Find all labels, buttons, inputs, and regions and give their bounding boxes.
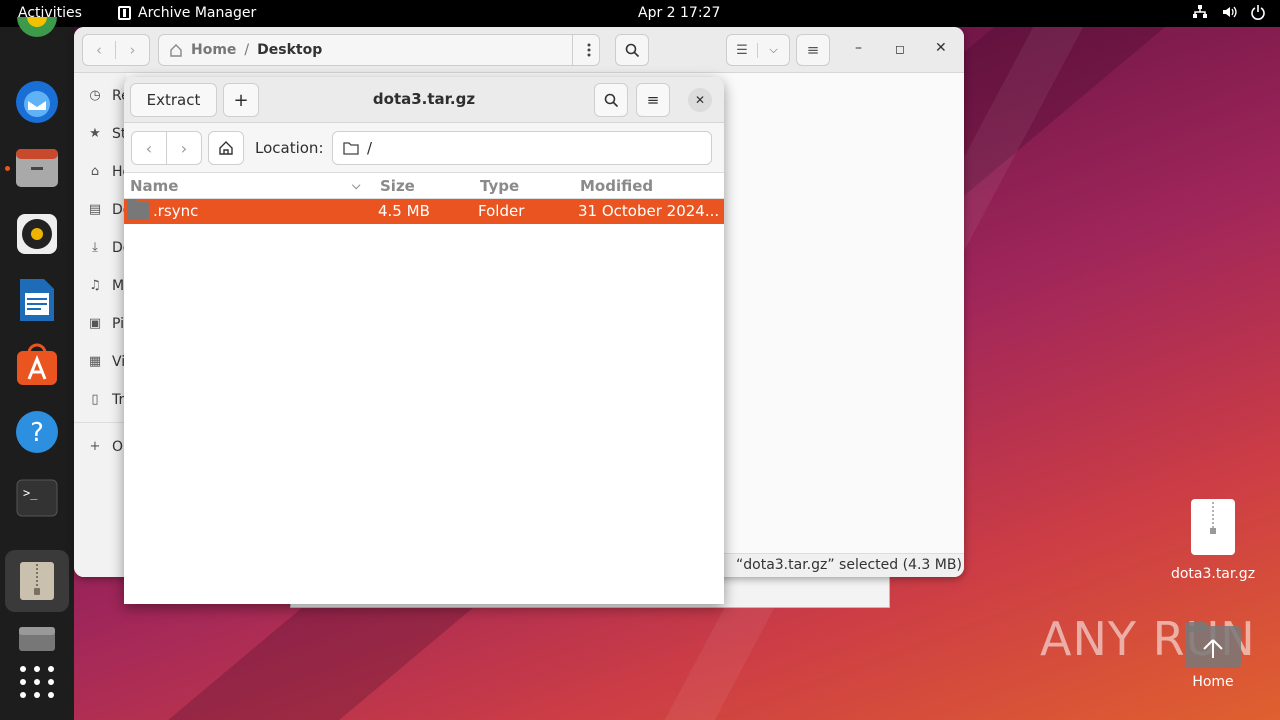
clock[interactable]: Apr 2 17:27 bbox=[638, 5, 720, 21]
sidebar-item-other-locations[interactable]: + O bbox=[88, 437, 123, 457]
files-search-button[interactable] bbox=[615, 34, 649, 66]
archive-header-bar: Extract + dota3.tar.gz ≡ ✕ bbox=[124, 77, 724, 123]
archive-file-icon bbox=[1191, 499, 1235, 555]
home-icon: ⌂ bbox=[90, 164, 100, 179]
search-icon bbox=[625, 43, 639, 57]
archive-manager-window: Extract + dota3.tar.gz ≡ ✕ ‹ › Location:… bbox=[124, 77, 724, 604]
table-row[interactable]: .rsync 4.5 MB Folder 31 October 2024... bbox=[124, 199, 724, 224]
document-icon: ▤ bbox=[88, 202, 102, 217]
folder-icon bbox=[343, 142, 359, 155]
hamburger-icon: ≡ bbox=[806, 41, 820, 59]
drive-icon[interactable] bbox=[14, 619, 60, 665]
maximize-button[interactable]: ◻ bbox=[895, 42, 905, 56]
sidebar-item-starred[interactable]: ★ St bbox=[88, 124, 126, 144]
breadcrumb-home[interactable]: Home bbox=[191, 42, 236, 58]
column-size[interactable]: Size bbox=[380, 177, 415, 195]
home-icon bbox=[219, 141, 233, 155]
kebab-menu-icon bbox=[587, 43, 590, 57]
row-size: 4.5 MB bbox=[378, 202, 430, 220]
breadcrumb-current[interactable]: Desktop bbox=[257, 42, 322, 58]
libreoffice-writer-icon[interactable] bbox=[14, 277, 60, 323]
archive-title: dota3.tar.gz bbox=[372, 90, 476, 108]
clock-icon: ◷ bbox=[89, 88, 101, 103]
video-icon: ▦ bbox=[88, 354, 102, 369]
help-icon[interactable]: ? bbox=[14, 409, 60, 455]
chevron-down-icon[interactable]: ⌵ bbox=[758, 43, 789, 57]
sidebar-item-pictures[interactable]: ▣ Pi bbox=[88, 314, 124, 334]
svg-text:?: ? bbox=[30, 418, 44, 448]
app-name: Archive Manager bbox=[138, 5, 257, 21]
forward-arrow-icon[interactable]: › bbox=[116, 41, 149, 59]
files-main-menu[interactable]: ≡ bbox=[796, 34, 830, 66]
svg-text:>_: >_ bbox=[23, 486, 38, 500]
back-arrow-icon[interactable]: ‹ bbox=[83, 41, 117, 59]
column-header: Name ⌵ Size Type Modified bbox=[124, 173, 724, 199]
system-tray[interactable] bbox=[1192, 4, 1266, 20]
hamburger-icon: ≡ bbox=[646, 91, 660, 109]
search-icon bbox=[604, 93, 618, 107]
files-icon[interactable] bbox=[14, 145, 60, 191]
archive-manager-dock-item[interactable] bbox=[5, 550, 69, 612]
list-view-icon[interactable]: ☰ bbox=[727, 42, 759, 58]
app-center-icon[interactable] bbox=[14, 343, 60, 389]
breadcrumb-separator: / bbox=[244, 42, 250, 58]
home-folder-icon bbox=[1185, 622, 1241, 668]
path-bar[interactable]: Home / Desktop bbox=[158, 34, 600, 66]
column-name[interactable]: Name bbox=[130, 177, 178, 195]
files-header-bar: ‹ › Home / Desktop ☰ ⌵ ≡ – ◻ ✕ bbox=[74, 27, 964, 73]
desktop-archive-file[interactable]: dota3.tar.gz bbox=[1160, 498, 1266, 582]
archive-close-button[interactable]: ✕ bbox=[688, 88, 712, 112]
column-modified[interactable]: Modified bbox=[580, 177, 653, 195]
power-icon bbox=[1251, 5, 1265, 20]
location-label: Location: bbox=[255, 139, 324, 157]
top-bar: Activities Archive Manager Apr 2 17:27 bbox=[0, 0, 1280, 27]
thunderbird-icon[interactable] bbox=[14, 79, 60, 125]
sidebar-item-videos[interactable]: ▦ Vi bbox=[88, 352, 125, 372]
music-icon: ♫ bbox=[89, 278, 101, 293]
files-nav-buttons[interactable]: ‹ › bbox=[82, 34, 150, 66]
trash-icon: ▯ bbox=[91, 392, 99, 407]
rhythmbox-icon[interactable] bbox=[14, 211, 60, 257]
terminal-icon[interactable]: >_ bbox=[14, 475, 60, 521]
desktop-home-label: Home bbox=[1192, 674, 1234, 690]
archive-home-button[interactable] bbox=[208, 131, 244, 165]
location-value: / bbox=[367, 139, 373, 157]
files-status-bar: “dota3.tar.gz” selected (4.3 MB) bbox=[724, 553, 964, 577]
network-icon bbox=[1193, 5, 1207, 18]
home-icon bbox=[170, 44, 182, 57]
files-sidebar: ◷ Re ★ St ⌂ Ho ▤ Do ⤓ Do ♫ Mu ▣ Pi ▦ Vi ▯ Tr + O bbox=[74, 73, 133, 577]
archive-nav-buttons: ‹ › bbox=[131, 131, 202, 165]
row-modified: 31 October 2024... bbox=[578, 202, 720, 220]
show-apps-icon[interactable] bbox=[14, 663, 60, 709]
row-type: Folder bbox=[478, 202, 525, 220]
column-type[interactable]: Type bbox=[480, 177, 519, 195]
close-button[interactable]: ✕ bbox=[935, 40, 947, 56]
plus-icon: + bbox=[89, 439, 101, 454]
desktop-archive-label: dota3.tar.gz bbox=[1170, 566, 1256, 582]
archive-app-icon bbox=[118, 6, 131, 20]
archive-search-button[interactable] bbox=[594, 83, 628, 117]
star-icon: ★ bbox=[89, 126, 101, 141]
forward-arrow-icon[interactable]: › bbox=[167, 132, 201, 164]
row-name: .rsync bbox=[153, 202, 199, 220]
minimize-button[interactable]: – bbox=[855, 40, 862, 56]
app-menu[interactable]: Archive Manager bbox=[118, 5, 256, 21]
volume-icon bbox=[1223, 6, 1237, 18]
chrome-icon[interactable] bbox=[14, 17, 60, 63]
back-arrow-icon[interactable]: ‹ bbox=[132, 132, 167, 164]
location-toolbar: ‹ › Location: / bbox=[124, 123, 724, 173]
dock: ? >_ bbox=[0, 17, 74, 720]
sidebar-item-trash[interactable]: ▯ Tr bbox=[88, 390, 124, 410]
folder-icon bbox=[127, 199, 149, 220]
close-icon: ✕ bbox=[694, 93, 706, 107]
desktop-home-folder[interactable]: Home bbox=[1160, 620, 1266, 690]
download-icon: ⤓ bbox=[92, 240, 98, 255]
sort-chevron-icon: ⌵ bbox=[352, 179, 361, 192]
view-toggle[interactable]: ☰ ⌵ bbox=[726, 34, 790, 66]
archive-menu-button[interactable]: ≡ bbox=[636, 83, 670, 117]
picture-icon: ▣ bbox=[88, 316, 102, 331]
location-field[interactable]: / bbox=[332, 131, 712, 165]
path-menu-button[interactable] bbox=[572, 34, 604, 66]
